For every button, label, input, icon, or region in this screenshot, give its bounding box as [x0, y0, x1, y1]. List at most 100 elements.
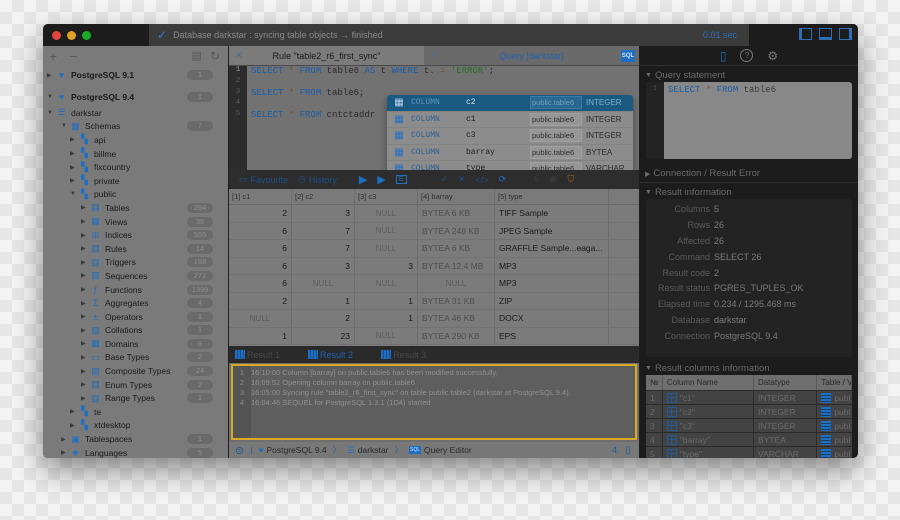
- format-code-icon[interactable]: </>: [476, 175, 489, 185]
- tree-item-darkstar[interactable]: ▼ ☰ darkstar: [43, 106, 228, 120]
- tab-rule[interactable]: ✕ Rule "table2_r6_first_sync": [229, 46, 424, 65]
- table-cell[interactable]: BYTEA 12.4 MB: [418, 257, 495, 274]
- tree-item-postgresql-9-1[interactable]: ▶ ♥ PostgreSQL 9.1 1: [43, 66, 228, 84]
- column-header[interactable]: Column Name: [663, 375, 754, 390]
- table-cell[interactable]: NULL: [355, 240, 418, 257]
- table-cell[interactable]: BYTEA 6 KB: [418, 240, 495, 257]
- disclosure-closed-icon[interactable]: ▶: [70, 177, 79, 184]
- disclosure-open-icon[interactable]: ▼: [61, 123, 70, 129]
- disclosure-closed-icon[interactable]: ▶: [81, 232, 90, 239]
- table-row[interactable]: 6 3 3 BYTEA 12.4 MB MP3: [229, 257, 639, 275]
- tree-item-collations[interactable]: ▶ ▧ Collations 1: [43, 324, 228, 338]
- table-cell[interactable]: NULL: [229, 310, 292, 327]
- table-row[interactable]: 6 NULL NULL NULL MP3: [229, 275, 639, 293]
- disclosure-closed-icon[interactable]: ▶: [81, 286, 90, 293]
- table-row[interactable]: 4 "barray" BYTEA publ: [646, 432, 852, 446]
- table-cell[interactable]: 6: [229, 240, 292, 257]
- table-cell[interactable]: GRAFFLE Sample...eaga...: [495, 240, 609, 257]
- table-cell[interactable]: 3: [292, 257, 355, 274]
- table-row[interactable]: 6 7 NULL BYTEA 6 KB GRAFFLE Sample...eaga...: [229, 240, 639, 258]
- table-cell[interactable]: 1: [355, 310, 418, 327]
- disclosure-closed-icon[interactable]: ▶: [70, 422, 79, 429]
- table-cell[interactable]: BYTEA 46 KB: [418, 310, 495, 327]
- commit-icon[interactable]: ✓: [441, 174, 449, 185]
- toggle-right-panel-button[interactable]: [839, 28, 852, 40]
- disclosure-closed-icon[interactable]: ▶: [61, 436, 70, 443]
- table-row[interactable]: 1 "c1" INTEGER publ: [646, 390, 852, 404]
- settings-gear-icon[interactable]: ⚙: [767, 49, 778, 63]
- refresh-icon[interactable]: ↻: [210, 49, 220, 63]
- table-row[interactable]: 5 "type" VARCHAR publ: [646, 446, 852, 458]
- table-cell[interactable]: 1: [355, 292, 418, 309]
- breadcrumb-editor[interactable]: SQL Query Editor: [409, 445, 472, 455]
- table-cell[interactable]: 2: [229, 292, 292, 309]
- tree-item-composite-types[interactable]: ▶ ▤ Composite Types 24: [43, 364, 228, 378]
- history-button[interactable]: ◷ History: [298, 174, 337, 185]
- tree-item-postgresql-9-4[interactable]: ▼ ♥ PostgreSQL 9.4 1: [43, 88, 228, 106]
- table-cell[interactable]: 2: [292, 310, 355, 327]
- column-header[interactable]: [1] c1: [229, 189, 292, 204]
- disclosure-closed-icon[interactable]: ▶: [81, 340, 90, 347]
- toggle-left-panel-button[interactable]: [799, 28, 812, 40]
- minimize-window-button[interactable]: [67, 30, 76, 40]
- table-cell[interactable]: 3: [355, 257, 418, 274]
- tree-item-tables[interactable]: ▶ ▤ Tables 294: [43, 201, 228, 215]
- table-row[interactable]: 2 3 NULL BYTEA 6 KB TIFF Sample: [229, 205, 639, 223]
- tree-item-aggregates[interactable]: ▶ Σ Aggregates 4: [43, 296, 228, 310]
- table-cell[interactable]: 1: [292, 292, 355, 309]
- add-connection-button[interactable]: +: [49, 48, 57, 64]
- table-row[interactable]: 3 "c3" INTEGER publ: [646, 418, 852, 432]
- table-cell[interactable]: NULL: [355, 205, 418, 222]
- tree-item-private[interactable]: ▶ ▚ private: [43, 174, 228, 188]
- remove-connection-button[interactable]: −: [69, 48, 77, 64]
- column-header[interactable]: №: [646, 375, 663, 390]
- favourite-button[interactable]: ▭ Favourite: [239, 174, 288, 185]
- disclosure-open-icon[interactable]: ▼: [47, 110, 56, 116]
- table-cell[interactable]: BYTEA 31 KB: [418, 292, 495, 309]
- refresh-explain-icon[interactable]: ⟳: [499, 174, 507, 185]
- result-information-header[interactable]: ▼ Result information: [640, 185, 858, 199]
- tree-item-operators[interactable]: ▶ ± Operators 1: [43, 310, 228, 324]
- disclosure-open-icon[interactable]: ▼: [47, 94, 56, 100]
- close-tab-icon[interactable]: ✕: [235, 50, 243, 61]
- code-line[interactable]: [251, 77, 494, 88]
- disclosure-closed-icon[interactable]: ▶: [81, 381, 90, 388]
- table-cell[interactable]: 6: [229, 222, 292, 239]
- disclosure-closed-icon[interactable]: ▶: [81, 354, 90, 361]
- table-cell[interactable]: NULL: [292, 275, 355, 292]
- breadcrumb-connection[interactable]: ♥ PostgreSQL 9.4: [258, 445, 326, 455]
- table-cell[interactable]: BYTEA 6 KB: [418, 205, 495, 222]
- rollback-icon[interactable]: ✕: [458, 174, 466, 185]
- column-header[interactable]: [4] barray: [418, 189, 495, 204]
- table-cell[interactable]: 23: [292, 327, 355, 344]
- tree-item-triggers[interactable]: ▶ ▥ Triggers 168: [43, 256, 228, 270]
- disclosure-closed-icon[interactable]: ▶: [70, 164, 79, 171]
- tree-item-languages[interactable]: ▶ ◈ Languages 5: [43, 446, 228, 458]
- run-button[interactable]: ▶: [359, 173, 367, 186]
- tree-item-api[interactable]: ▶ ▚ api: [43, 133, 228, 147]
- disclosure-open-icon[interactable]: ▼: [70, 191, 79, 197]
- result-columns-header[interactable]: ▼ Result columns information: [640, 361, 858, 375]
- edit-icon[interactable]: ▤: [192, 49, 202, 63]
- table-cell[interactable]: JPEG Sample: [495, 222, 609, 239]
- trash-icon[interactable]: ▯: [625, 445, 631, 456]
- disclosure-closed-icon[interactable]: ▶: [81, 259, 90, 266]
- run-all-button[interactable]: ▶: [377, 173, 385, 186]
- column-header[interactable]: Table / V: [817, 375, 853, 390]
- disclosure-closed-icon[interactable]: ▶: [81, 395, 90, 402]
- disclosure-closed-icon[interactable]: ▶: [81, 245, 90, 252]
- table-cell[interactable]: 7: [292, 240, 355, 257]
- tree-item-views[interactable]: ▶ ▦ Views 38: [43, 215, 228, 229]
- breadcrumb-database[interactable]: ☰ darkstar: [347, 445, 388, 456]
- table-row[interactable]: 2 1 1 BYTEA 31 KB ZIP: [229, 292, 639, 310]
- table-cell[interactable]: DOCX: [495, 310, 609, 327]
- table-cell[interactable]: MP3: [495, 257, 609, 274]
- tab-query[interactable]: ✕ Query [darkstar] SQL: [424, 46, 639, 65]
- export-icon[interactable]: ▣: [549, 174, 558, 185]
- disclosure-closed-icon[interactable]: ▶: [70, 136, 79, 143]
- disclosure-closed-icon[interactable]: ▶: [70, 150, 79, 157]
- toggle-bottom-panel-button[interactable]: [819, 28, 832, 40]
- table-cell[interactable]: BYTEA 248 KB: [418, 222, 495, 239]
- tree-item-billme[interactable]: ▶ ▚ billme: [43, 147, 228, 161]
- tree-item-enum-types[interactable]: ▶ ▤ Enum Types 2: [43, 378, 228, 392]
